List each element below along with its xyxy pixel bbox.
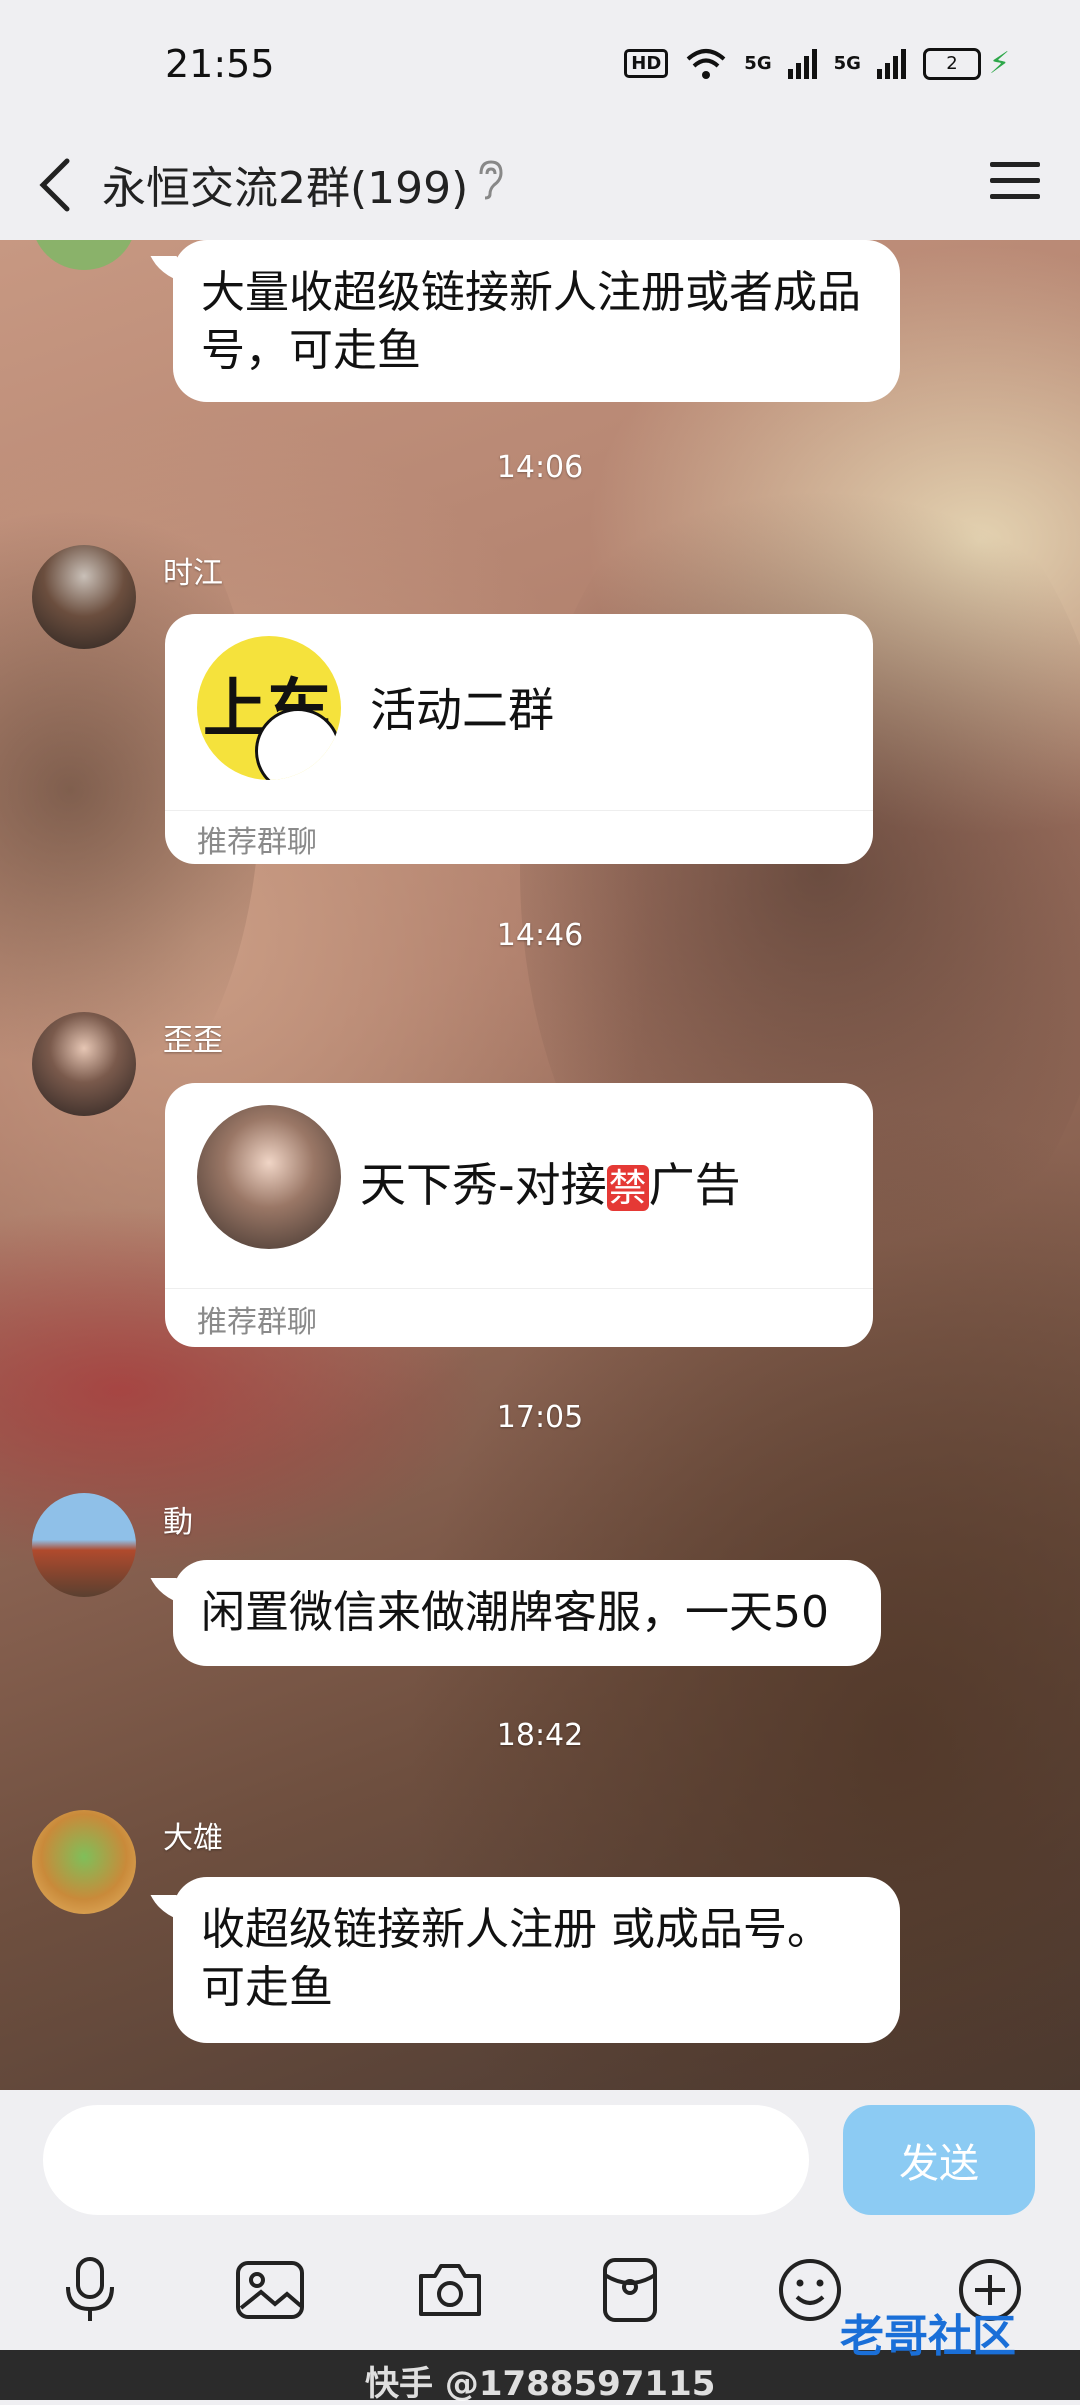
chat-header: 永恒交流2群(199) (0, 130, 1080, 240)
charging-icon: ⚡ (988, 46, 1010, 81)
card-title-prefix: 天下秀-对接 (360, 1158, 607, 1212)
ear-icon[interactable] (475, 160, 505, 200)
avatar[interactable] (32, 545, 136, 649)
status-icons: HD 5G 5G 2 ⚡ (624, 46, 1010, 81)
message-bubble[interactable]: 收超级链接新人注册 或成品号。可走鱼 (173, 1877, 900, 2043)
message-bubble[interactable]: 闲置微信来做潮牌客服，一天50 (173, 1560, 881, 1666)
group-card-footer: 推荐群聊 (197, 825, 317, 860)
avatar[interactable] (32, 1810, 136, 1914)
red-packet-icon[interactable] (590, 2250, 670, 2330)
forbidden-badge: 禁 (606, 1165, 649, 1211)
card-divider (165, 1288, 873, 1289)
emoji-icon[interactable] (770, 2250, 850, 2330)
watermark-text: 快手 @1788597115 (365, 2364, 716, 2404)
wifi-icon (686, 48, 726, 79)
image-icon[interactable] (230, 2250, 310, 2330)
sender-name: 動 (163, 1505, 193, 1540)
camera-icon[interactable] (410, 2250, 490, 2330)
battery-icon: 2 (922, 47, 981, 80)
group-card-footer: 推荐群聊 (197, 1305, 317, 1340)
group-card[interactable]: 天下秀-对接禁广告 推荐群聊 (165, 1083, 873, 1347)
avatar[interactable] (32, 1012, 136, 1116)
status-time: 21:55 (165, 42, 275, 86)
watermark-logo: 老哥社区 (840, 2311, 1016, 2362)
chat-title: 永恒交流2群(199) (102, 163, 469, 214)
card-divider (165, 810, 873, 811)
timestamp: 14:46 (496, 918, 584, 953)
timestamp: 14:06 (496, 450, 584, 485)
signal-icon-2 (876, 48, 906, 79)
message-text: 收超级链接新人注册 或成品号。可走鱼 (201, 1904, 831, 2013)
sender-name: 时江 (163, 556, 223, 591)
card-title-suffix: 广告 (648, 1158, 741, 1212)
message-text: 闲置微信来做潮牌客服，一天50 (201, 1587, 829, 1638)
group-card-title: 活动二群 (370, 683, 554, 737)
sender-name: 大雄 (163, 1821, 223, 1856)
group-card[interactable]: 上车 活动二群 推荐群聊 (165, 614, 873, 864)
signal-icon (787, 48, 817, 79)
avatar[interactable] (32, 1493, 136, 1597)
timestamp: 18:42 (496, 1718, 584, 1753)
group-thumbnail: 上车 (197, 636, 341, 780)
status-bar: 21:55 HD 5G 5G 2 ⚡ (0, 0, 1080, 130)
group-thumbnail (197, 1105, 341, 1249)
network-5g-icon: 5G (744, 53, 772, 74)
menu-icon[interactable] (990, 160, 1040, 202)
message-input[interactable] (43, 2105, 809, 2215)
back-arrow-icon[interactable] (35, 155, 75, 215)
group-card-title: 天下秀-对接禁广告 (360, 1149, 741, 1215)
message-bubble[interactable]: 大量收超级链接新人注册或者成品号，可走鱼 (173, 240, 900, 402)
network-5g-icon-2: 5G (833, 53, 861, 74)
hd-icon: HD (624, 49, 669, 78)
message-text: 大量收超级链接新人注册或者成品号，可走鱼 (201, 267, 861, 376)
sender-name: 歪歪 (163, 1023, 223, 1058)
mic-icon[interactable] (50, 2250, 130, 2330)
timestamp: 17:05 (496, 1400, 584, 1435)
send-button[interactable]: 发送 (843, 2105, 1035, 2215)
